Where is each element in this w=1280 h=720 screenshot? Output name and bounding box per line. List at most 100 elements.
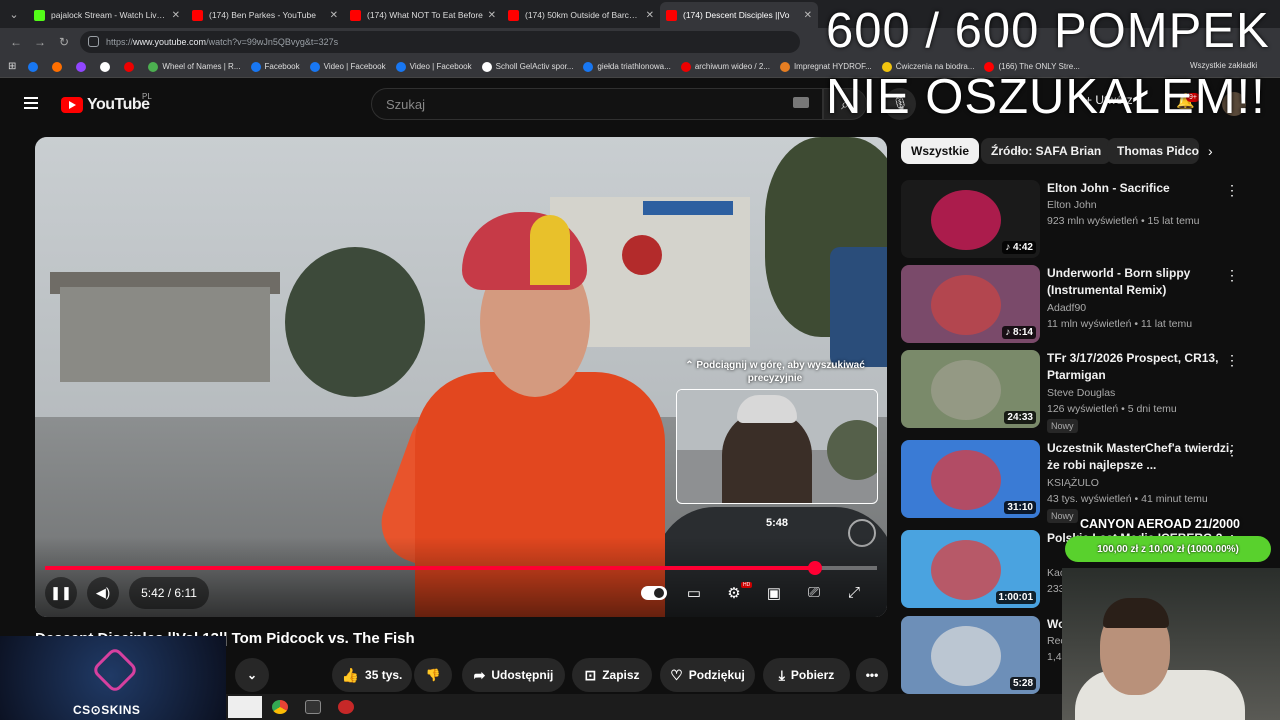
- kebab-menu-icon[interactable]: ⋮: [1225, 182, 1239, 199]
- tab-close-icon[interactable]: ✕: [172, 10, 180, 21]
- bookmark-item[interactable]: [76, 61, 90, 72]
- recommended-video[interactable]: 24:33 TFr 3/17/2026 Prospect, CR13, Ptarm…: [901, 350, 1271, 433]
- kebab-menu-icon[interactable]: ⋮: [1225, 267, 1239, 284]
- subtitles-icon[interactable]: ▭: [682, 584, 706, 602]
- dislike-button[interactable]: 👎: [414, 658, 452, 692]
- chevron-right-icon[interactable]: ›: [1208, 143, 1213, 159]
- tab-title: pajalock Stream - Watch Live o: [51, 10, 168, 20]
- channel-name[interactable]: Steve Douglas: [1047, 387, 1115, 399]
- fullscreen-icon[interactable]: ⤢: [842, 584, 866, 601]
- recommended-video[interactable]: ♪ 4:42 Elton John - Sacrifice Elton John 92…: [901, 180, 1271, 260]
- video-thumbnail[interactable]: 1:00:01: [901, 530, 1040, 608]
- progress-scrubber[interactable]: [807, 561, 822, 575]
- thanks-button[interactable]: ♡ Podziękuj: [660, 658, 755, 692]
- recommended-title[interactable]: Elton John - Sacrifice: [1047, 180, 1237, 197]
- bookmark-label: Video | Facebook: [409, 62, 472, 71]
- url-path: /watch?v=99wJn5QBvyg&t=327s: [206, 37, 339, 47]
- theater-mode-icon[interactable]: ▣: [762, 584, 786, 602]
- more-actions-button[interactable]: •••: [856, 658, 888, 692]
- filter-chip[interactable]: Wszystkie: [901, 138, 980, 164]
- recommended-title[interactable]: TFr 3/17/2026 Prospect, CR13, Ptarmigan: [1047, 350, 1237, 384]
- bookmark-item[interactable]: [100, 61, 114, 72]
- save-label: Zapisz: [602, 668, 640, 682]
- browser-tab[interactable]: pajalock Stream - Watch Live o ✕: [28, 2, 186, 28]
- browser-tab[interactable]: (174) Ben Parkes - YouTube ✕: [186, 2, 344, 28]
- video-thumbnail[interactable]: ♪ 8:14: [901, 265, 1040, 343]
- pause-button[interactable]: ❚❚: [45, 577, 77, 609]
- like-button[interactable]: 👍 35 tys.: [332, 658, 412, 692]
- overlay-line-2: NIE OSZUKAŁEM!!: [826, 70, 1266, 124]
- download-label: Pobierz: [790, 668, 835, 682]
- bookmark-item[interactable]: archiwum wideo / 2...: [680, 61, 770, 72]
- menu-icon[interactable]: [24, 97, 38, 109]
- bookmark-item[interactable]: Wheel of Names | R...: [148, 61, 241, 72]
- mute-button[interactable]: ◀): [87, 577, 119, 609]
- bookmark-item[interactable]: [28, 61, 42, 72]
- url-bar[interactable]: https://www.youtube.com/watch?v=99wJn5QB…: [80, 31, 800, 53]
- progress-bar[interactable]: [45, 561, 877, 575]
- keyboard-icon[interactable]: [793, 97, 809, 108]
- browser-tab[interactable]: (174) What NOT To Eat Before ✕: [344, 2, 502, 28]
- video-thumbnail[interactable]: 24:33: [901, 350, 1040, 428]
- video-thumbnail[interactable]: ♪ 4:42: [901, 180, 1040, 258]
- share-button[interactable]: ➦ Udostępnij: [462, 658, 565, 692]
- bookmark-icon: ⊡: [584, 666, 597, 683]
- apps-grid-icon[interactable]: ⊞: [8, 61, 16, 72]
- recommended-title[interactable]: Underworld - Born slippy (Instrumental R…: [1047, 265, 1237, 299]
- bookmark-item[interactable]: [124, 61, 138, 72]
- app-taskbar-icon[interactable]: [338, 700, 354, 714]
- tab-search-icon[interactable]: ⌄: [0, 0, 28, 28]
- chrome-taskbar-icon[interactable]: [272, 700, 288, 714]
- tab-close-icon[interactable]: ✕: [804, 10, 812, 21]
- browser-tab[interactable]: (174) Descent Disciples ||Vo ✕: [660, 2, 818, 28]
- filter-chip[interactable]: Thomas Pidco: [1107, 138, 1199, 164]
- tab-title: (174) 50km Outside of Barcelon: [525, 10, 642, 20]
- browser-tab[interactable]: (174) 50km Outside of Barcelon ✕: [502, 2, 660, 28]
- forward-icon[interactable]: →: [28, 35, 52, 49]
- reload-icon[interactable]: ↻: [52, 35, 76, 49]
- tab-close-icon[interactable]: ✕: [488, 10, 496, 21]
- bookmark-item[interactable]: Video | Facebook: [395, 61, 472, 72]
- bookmark-item[interactable]: [52, 61, 66, 72]
- video-player[interactable]: ⌃ Podciągnij w górę, aby wyszukiwać prec…: [35, 137, 887, 617]
- tab-favicon-icon: [508, 9, 519, 21]
- tab-favicon-icon: [350, 9, 361, 21]
- bookmark-label: giełda triathlonowa...: [597, 62, 671, 71]
- back-icon[interactable]: ←: [4, 35, 28, 49]
- webcam-person-hair: [1103, 598, 1169, 628]
- cast-icon[interactable]: ⎚: [802, 584, 826, 601]
- bookmark-item[interactable]: Scholl GelActiv spor...: [481, 61, 573, 72]
- tab-close-icon[interactable]: ✕: [646, 10, 654, 21]
- channel-name[interactable]: Adadf90: [1047, 302, 1086, 314]
- search-input[interactable]: Szukaj: [371, 88, 823, 120]
- video-thumbnail[interactable]: 31:10: [901, 440, 1040, 518]
- taskbar-blank-item[interactable]: [228, 696, 262, 718]
- kebab-menu-icon[interactable]: ⋮: [1225, 442, 1239, 459]
- thanks-label: Podziękuj: [688, 668, 745, 682]
- kebab-menu-icon[interactable]: ⋮: [1225, 352, 1239, 369]
- bookmark-item[interactable]: Facebook: [250, 61, 300, 72]
- autoplay-toggle[interactable]: [641, 586, 667, 600]
- hd-badge: HD: [741, 582, 753, 588]
- tab-favicon-icon: [192, 9, 203, 21]
- bookmark-item[interactable]: giełda triathlonowa...: [583, 61, 671, 72]
- site-info-icon[interactable]: [88, 36, 99, 47]
- video-thumbnail[interactable]: 5:28: [901, 616, 1040, 694]
- youtube-logo[interactable]: YouTube: [61, 96, 150, 114]
- save-button[interactable]: ⊡ Zapisz: [572, 658, 652, 692]
- subscribe-dropdown-button[interactable]: ⌄: [235, 658, 269, 692]
- tab-close-icon[interactable]: ✕: [330, 10, 338, 21]
- video-duration: 5:28: [1009, 677, 1036, 690]
- video-frame-tree: [285, 247, 425, 397]
- thumbnail-accent: [931, 540, 1001, 600]
- filter-chip[interactable]: Źródło: SAFA Brian: [981, 138, 1112, 164]
- recommended-title[interactable]: Uczestnik MasterChef'a twierdzi, że robi…: [1047, 440, 1237, 474]
- channel-name[interactable]: KSIĄŻULO: [1047, 477, 1099, 489]
- terminal-taskbar-icon[interactable]: [305, 700, 321, 714]
- download-button[interactable]: ⤓ Pobierz: [763, 658, 850, 692]
- recommended-video[interactable]: ♪ 8:14 Underworld - Born slippy (Instrume…: [901, 265, 1271, 345]
- recommended-video[interactable]: 31:10 Uczestnik MasterChef'a twierdzi, że…: [901, 440, 1271, 523]
- bookmark-item[interactable]: Video | Facebook: [309, 61, 386, 72]
- channel-name[interactable]: Elton John: [1047, 199, 1097, 211]
- thumbnail-accent: [931, 275, 1001, 335]
